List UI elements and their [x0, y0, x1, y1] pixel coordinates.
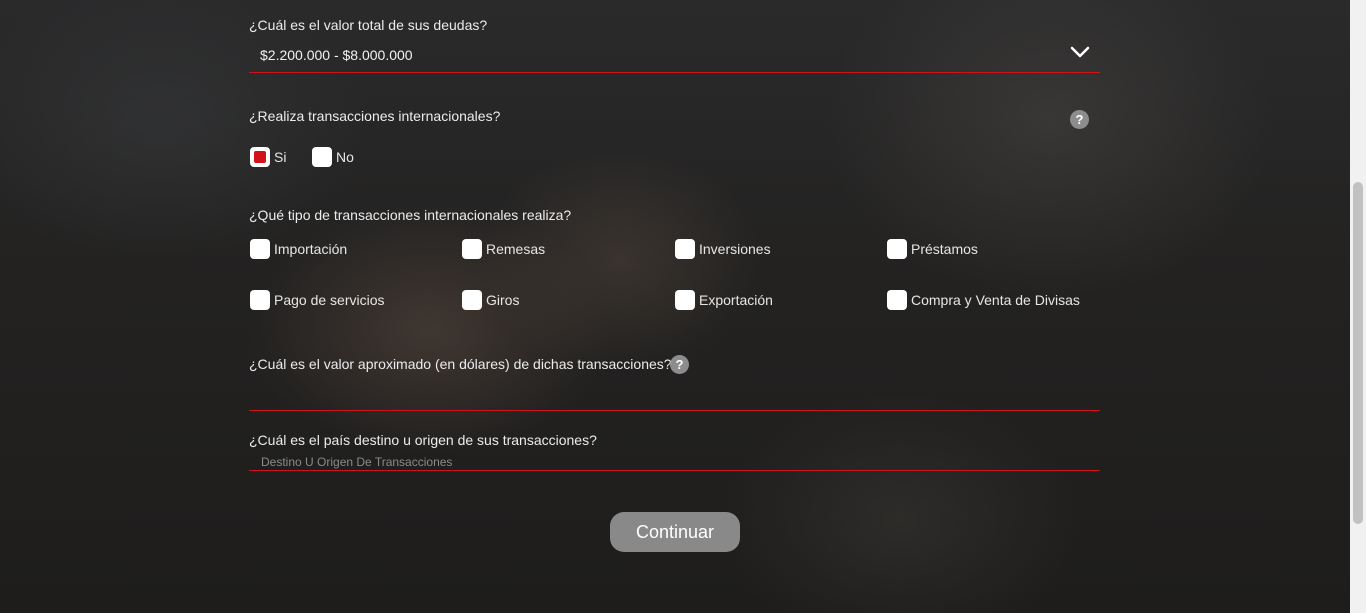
option-label: Inversiones — [699, 241, 771, 257]
scrollbar[interactable] — [1350, 0, 1366, 613]
option-label: Giros — [486, 292, 520, 308]
checkbox[interactable] — [250, 239, 270, 259]
checkbox-no[interactable] — [312, 147, 332, 167]
country-question: ¿Cuál es el país destino u origen de sus… — [249, 432, 597, 448]
value-field[interactable] — [249, 388, 1100, 411]
debts-select[interactable]: $2.200.000 - $8.000.000 — [249, 38, 1100, 73]
checkbox[interactable] — [462, 239, 482, 259]
value-input[interactable] — [261, 388, 1081, 408]
checkbox-si[interactable] — [250, 147, 270, 167]
country-field[interactable] — [249, 452, 1100, 472]
checkbox[interactable] — [887, 290, 907, 310]
checkbox[interactable] — [250, 290, 270, 310]
option-label: Importación — [274, 241, 348, 257]
option-label: Exportación — [699, 292, 773, 308]
option-label: Si — [274, 149, 287, 165]
chevron-down-icon — [1070, 46, 1090, 58]
checkbox[interactable] — [675, 239, 695, 259]
option-label: Remesas — [486, 241, 546, 257]
help-icon[interactable]: ? — [1070, 110, 1089, 129]
scrollbar-thumb[interactable] — [1353, 182, 1363, 524]
option-label: Compra y Venta de Divisas — [911, 292, 1080, 308]
country-input[interactable] — [261, 452, 1081, 472]
checkbox[interactable] — [887, 239, 907, 259]
checkbox[interactable] — [462, 290, 482, 310]
intl-question: ¿Realiza transacciones internacionales? — [249, 108, 501, 124]
checkbox[interactable] — [675, 290, 695, 310]
help-icon[interactable]: ? — [670, 355, 689, 374]
transactions-form: ¿Cuál es el valor total de sus deudas? $… — [249, 0, 1100, 613]
value-question: ¿Cuál es el valor aproximado (en dólares… — [249, 356, 672, 372]
types-question: ¿Qué tipo de transacciones internacional… — [249, 207, 572, 223]
continue-button[interactable]: Continuar — [610, 512, 740, 552]
option-label: Pago de servicios — [274, 292, 385, 308]
option-label: No — [336, 149, 354, 165]
debts-question: ¿Cuál es el valor total de sus deudas? — [249, 17, 488, 33]
debts-select-value: $2.200.000 - $8.000.000 — [260, 47, 413, 63]
option-label: Préstamos — [911, 241, 978, 257]
